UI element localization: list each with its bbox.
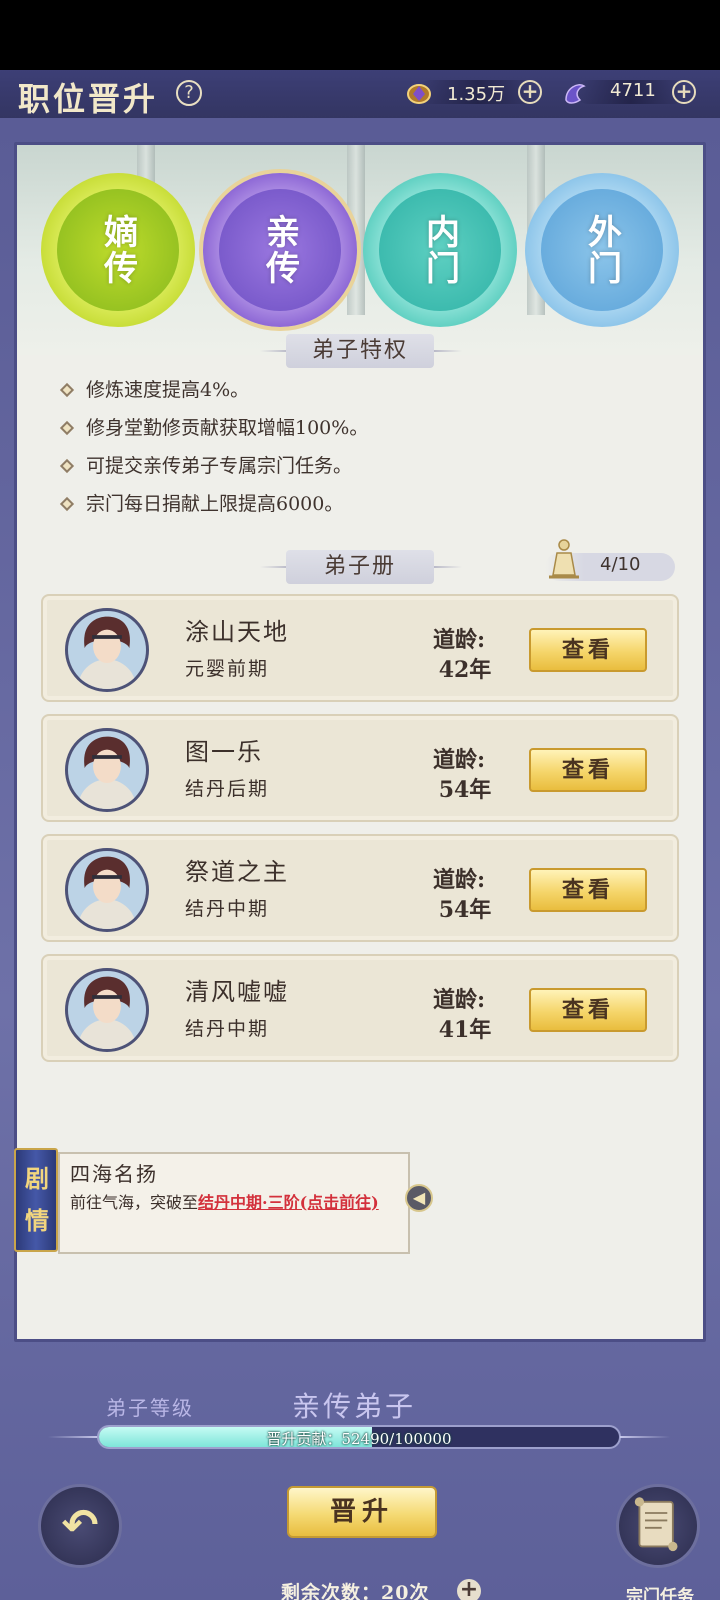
level-label: 弟子等级	[106, 1396, 194, 1420]
sect-task-button[interactable]	[616, 1484, 700, 1568]
disciple-rank: 结丹中期	[185, 1018, 270, 1040]
dao-age-value: 42年	[438, 657, 492, 683]
promotion-progress-bar: 晋升贡献：52490/100000	[97, 1425, 621, 1449]
privilege-list: 修炼速度提高4%。 修身堂勤修贡献获取增幅100%。 可提交亲传弟子专属宗门任务…	[58, 375, 658, 527]
disciple-card: 图一乐 结丹后期 道龄: 54年 查看	[41, 714, 679, 822]
view-disciple-button[interactable]: 查看	[529, 868, 647, 912]
roster-count: 4/10	[600, 554, 641, 575]
disciple-name: 涂山天地	[185, 618, 289, 646]
rank-medal-personal[interactable]: 亲传	[203, 173, 357, 327]
back-arrow-icon: ↶	[61, 1500, 99, 1551]
rank-medal-outer[interactable]: 外门	[525, 173, 679, 327]
rank-medal-label: 嫡传	[97, 214, 138, 286]
story-quest-link[interactable]: 结丹中期·三阶(点击前往)	[198, 1193, 379, 1212]
dao-age-value: 54年	[438, 777, 492, 803]
story-quest-description: 前往气海，突破至结丹中期·三阶(点击前往)	[70, 1193, 379, 1212]
diamond-bullet-icon	[59, 382, 75, 398]
disciple-card: 祭道之主 结丹中期 道龄: 54年 查看	[41, 834, 679, 942]
disciple-avatar	[65, 608, 149, 692]
sect-task-label: 宗门任务	[626, 1587, 694, 1600]
collapse-arrow-icon[interactable]: ◀	[405, 1184, 433, 1212]
add-crystal-button[interactable]: +	[672, 80, 696, 104]
add-spirit-stone-button[interactable]: +	[518, 80, 542, 104]
section-divider	[260, 566, 288, 568]
disciple-rank: 结丹后期	[185, 778, 270, 800]
diamond-bullet-icon	[59, 420, 75, 436]
story-quest-title: 四海名扬	[70, 1162, 158, 1186]
disciple-avatar	[65, 728, 149, 812]
dao-age-label: 道龄:	[433, 747, 486, 773]
view-disciple-button[interactable]: 查看	[529, 628, 647, 672]
rank-medal-label: 亲传	[259, 214, 300, 286]
status-bar	[0, 0, 720, 70]
section-divider	[260, 350, 288, 352]
progress-wing	[48, 1436, 98, 1438]
dao-age-value: 41年	[438, 1017, 492, 1043]
help-icon[interactable]: ?	[176, 80, 202, 106]
section-divider	[434, 350, 462, 352]
promotion-progress-text: 晋升贡献：52490/100000	[266, 1430, 452, 1448]
disciple-name: 清风嘘嘘	[185, 978, 289, 1006]
rank-banner: 嫡传 亲传 内门 外门	[17, 145, 703, 355]
rank-medal-label: 内门	[419, 214, 460, 286]
diamond-bullet-icon	[59, 458, 75, 474]
story-tab[interactable]: 剧情	[14, 1148, 58, 1252]
add-attempts-button[interactable]: +	[457, 1579, 481, 1600]
story-tab-label: 剧情	[25, 1164, 49, 1235]
rank-medal-label: 外门	[581, 214, 622, 286]
privilege-item: 修炼速度提高4%。	[58, 375, 658, 413]
crystal-icon	[565, 84, 586, 104]
progress-wing	[620, 1436, 670, 1438]
disciple-avatar	[65, 848, 149, 932]
dao-age-label: 道龄:	[433, 867, 486, 893]
disciple-rank: 元婴前期	[185, 658, 270, 680]
rank-medal-inner[interactable]: 内门	[363, 173, 517, 327]
crystal-count: 4711	[610, 80, 656, 101]
page-title: 职位晋升	[18, 80, 159, 118]
disciple-rank: 结丹中期	[185, 898, 270, 920]
remaining-attempts: 剩余次数：20次	[281, 1582, 430, 1600]
scroll-icon	[634, 1497, 678, 1552]
back-button[interactable]: ↶	[38, 1484, 122, 1568]
spirit-stone-count: 1.35万	[447, 84, 506, 105]
story-quest-box[interactable]: 四海名扬 前往气海，突破至结丹中期·三阶(点击前往)	[58, 1152, 410, 1254]
view-disciple-button[interactable]: 查看	[529, 988, 647, 1032]
section-divider	[434, 566, 462, 568]
disciple-card: 涂山天地 元婴前期 道龄: 42年 查看	[41, 594, 679, 702]
privileges-title: 弟子特权	[286, 334, 434, 368]
promote-button[interactable]: 晋升	[287, 1486, 437, 1538]
view-disciple-button[interactable]: 查看	[529, 748, 647, 792]
dao-age-label: 道龄:	[433, 627, 486, 653]
disciple-card: 清风嘘嘘 结丹中期 道龄: 41年 查看	[41, 954, 679, 1062]
privilege-item: 可提交亲传弟子专属宗门任务。	[58, 451, 658, 489]
level-value: 亲传弟子	[292, 1390, 417, 1423]
disciple-name: 祭道之主	[185, 858, 289, 886]
header-bar: 职位晋升 ? 1.35万 + 4711 +	[0, 70, 720, 118]
disciple-name: 图一乐	[185, 738, 263, 766]
spirit-stone-icon	[407, 84, 431, 104]
dao-age-value: 54年	[438, 897, 492, 923]
privilege-item: 修身堂勤修贡献获取增幅100%。	[58, 413, 658, 451]
disciple-avatar	[65, 968, 149, 1052]
dao-age-label: 道龄:	[433, 987, 486, 1013]
diamond-bullet-icon	[59, 496, 75, 512]
privilege-item: 宗门每日捐献上限提高6000。	[58, 489, 658, 527]
rank-medal-direct[interactable]: 嫡传	[41, 173, 195, 327]
roster-title: 弟子册	[286, 550, 434, 584]
disciple-figure-icon	[549, 539, 579, 579]
